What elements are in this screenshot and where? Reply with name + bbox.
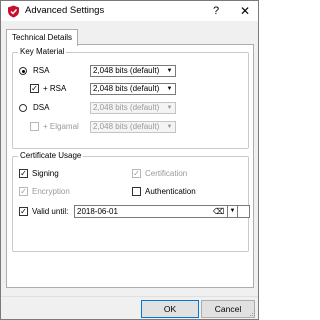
- rsa-bits-value: 2,048 bits (default): [93, 66, 160, 75]
- rsa-bits-combo[interactable]: 2,048 bits (default) ▼: [90, 65, 176, 77]
- valid-until-checkbox[interactable]: ✓: [19, 207, 28, 216]
- plus-rsa-checkbox[interactable]: ✓: [30, 84, 39, 93]
- plus-rsa-label: + RSA: [43, 84, 67, 93]
- dsa-label: DSA: [33, 103, 50, 112]
- plus-rsa-bits-combo[interactable]: 2,048 bits (default) ▼: [90, 83, 176, 95]
- rsa-label: RSA: [33, 66, 50, 75]
- certification-checkbox: ✓: [132, 169, 141, 178]
- cancel-button[interactable]: Cancel: [201, 300, 255, 318]
- button-row-separator: [1, 296, 258, 297]
- dsa-radio[interactable]: [19, 104, 27, 112]
- close-button[interactable]: ✕: [237, 3, 253, 19]
- authentication-checkbox[interactable]: [132, 187, 141, 196]
- plus-elgamal-bits-combo: 2,048 bits (default) ▼: [90, 121, 176, 133]
- certification-label: Certification: [145, 169, 188, 178]
- window-title: Advanced Settings: [25, 5, 105, 16]
- plus-elgamal-checkbox: [30, 122, 39, 131]
- key-material-group: Key Material RSA 2,048 bits (default) ▼ …: [12, 47, 249, 149]
- plus-rsa-bits-value: 2,048 bits (default): [93, 84, 160, 93]
- ok-button[interactable]: OK: [141, 300, 199, 318]
- rsa-radio[interactable]: [19, 67, 27, 75]
- valid-until-date-value: 2018-06-01: [77, 207, 118, 216]
- tab-technical-details[interactable]: Technical Details: [6, 29, 78, 46]
- date-dropdown-button[interactable]: ▼: [227, 205, 238, 218]
- encryption-checkbox: ✓: [19, 187, 28, 196]
- chevron-down-icon: ▼: [166, 86, 173, 92]
- technical-details-panel: Key Material RSA 2,048 bits (default) ▼ …: [6, 44, 254, 288]
- resize-grip-icon[interactable]: [248, 309, 256, 317]
- plus-elgamal-label: + Elgamal: [43, 122, 79, 131]
- chevron-down-icon: ▼: [166, 124, 173, 130]
- dsa-bits-combo: 2,048 bits (default) ▼: [90, 102, 176, 114]
- help-button[interactable]: ?: [209, 3, 223, 19]
- valid-until-label: Valid until:: [32, 207, 69, 216]
- chevron-down-icon: ▼: [166, 105, 173, 111]
- advanced-settings-dialog: Advanced Settings ? ✕ Technical Details …: [0, 0, 259, 320]
- signing-checkbox[interactable]: ✓: [19, 169, 28, 178]
- dsa-bits-value: 2,048 bits (default): [93, 103, 160, 112]
- certificate-usage-group: Certificate Usage ✓ Signing ✓ Certificat…: [12, 151, 250, 252]
- chevron-down-icon: ▼: [166, 68, 173, 74]
- clear-date-icon[interactable]: ⌫: [213, 206, 224, 217]
- plus-elgamal-bits-value: 2,048 bits (default): [93, 122, 160, 131]
- certificate-usage-title: Certificate Usage: [18, 151, 84, 161]
- signing-label: Signing: [32, 169, 59, 178]
- key-material-title: Key Material: [18, 47, 67, 57]
- title-bar: Advanced Settings ? ✕: [1, 1, 258, 21]
- app-logo-icon: [8, 5, 19, 18]
- authentication-label: Authentication: [145, 187, 196, 196]
- encryption-label: Encryption: [32, 187, 70, 196]
